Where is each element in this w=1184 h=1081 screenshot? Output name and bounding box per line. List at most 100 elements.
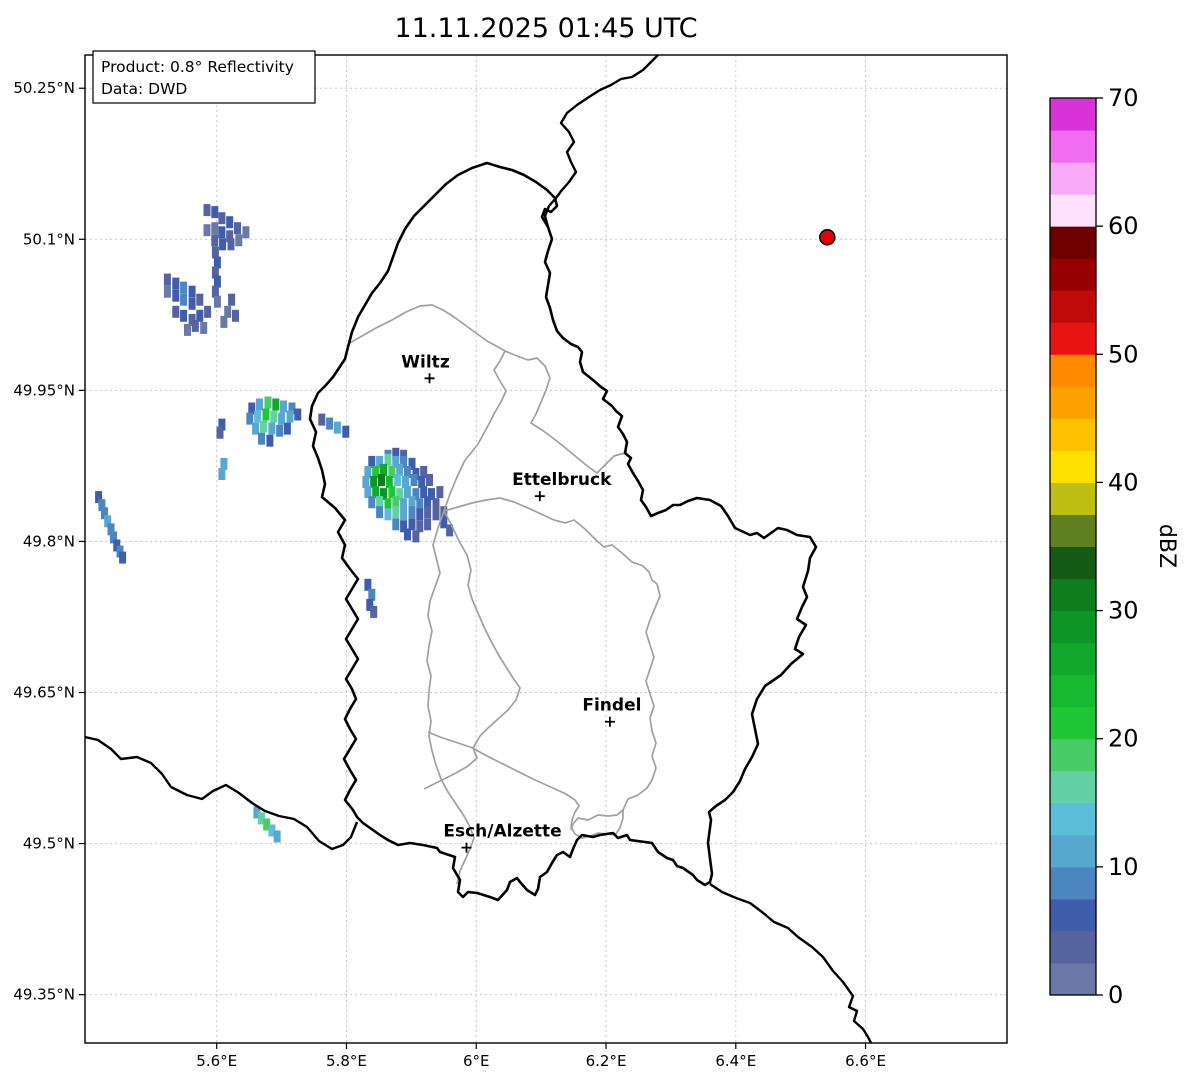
colorbar-segment (1050, 354, 1096, 387)
y-axis-tick-label: 49.5°N (23, 835, 75, 853)
radar-echo-cell (266, 434, 274, 447)
radar-echo-cell (256, 398, 263, 411)
radar-echo-cell (268, 422, 276, 435)
radar-echo-cell (283, 422, 291, 435)
colorbar-tick-label: 50 (1108, 340, 1139, 368)
radar-echo-cell (242, 226, 250, 239)
x-axis-tick-label: 5.8°E (326, 1052, 367, 1070)
radar-site-marker (819, 229, 836, 246)
radar-echo-cell (432, 508, 440, 521)
radar-echo-cell (392, 518, 400, 531)
radar-echo-cell (191, 319, 199, 332)
colorbar-segment (1050, 98, 1096, 131)
colorbar-axis-label: dBZ (1154, 524, 1179, 568)
radar-echo-cell (264, 396, 272, 409)
radar-echo-cell (286, 410, 294, 423)
radar-echo-cell (163, 285, 171, 298)
colorbar-segment (1050, 194, 1096, 227)
radar-echo-cell (370, 605, 378, 618)
colorbar-segment (1050, 866, 1096, 900)
radar-echo-cell (333, 421, 341, 434)
radar-echo-cell (204, 305, 212, 318)
radar-map-canvas: Wiltz Ettelbruck Findel Esch/Alzette 5.6°E 5.… (13, 13, 1179, 1070)
plot-background (85, 55, 1007, 1043)
radar-echo-cell (294, 408, 302, 421)
radar-echo-cell (376, 506, 384, 519)
radar-echo-cell (172, 277, 180, 290)
radar-echo-cell (188, 285, 196, 298)
colorbar-segment (1050, 514, 1096, 547)
colorbar-segment (1050, 578, 1096, 612)
city-label: Esch/Alzette (443, 822, 561, 842)
colorbar-segment (1050, 802, 1096, 836)
radar-echo-cell (424, 506, 432, 519)
radar-echo-cell (232, 309, 239, 322)
city-label: Ettelbruck (512, 470, 612, 490)
radar-echo-cell (180, 281, 188, 294)
radar-echo-cell (404, 528, 411, 541)
radar-echo-cell (226, 216, 234, 229)
radar-echo-cell (394, 474, 402, 486)
radar-echo-cell (273, 830, 281, 843)
colorbar-segment (1050, 162, 1096, 195)
radar-echo-cell (276, 424, 284, 437)
radar-echo-cell (426, 474, 433, 486)
colorbar-segment (1050, 610, 1096, 644)
colorbar-segment (1050, 258, 1096, 291)
radar-echo-cell (218, 468, 226, 480)
radar-echo-cell (384, 508, 392, 521)
y-axis-tick-label: 50.1°N (23, 230, 75, 248)
radar-echo-cell (163, 273, 171, 286)
radar-echo-cell (218, 226, 226, 239)
colorbar-segment (1050, 674, 1096, 708)
radar-echo-cell (216, 426, 224, 439)
radar-echo-cell (200, 321, 208, 334)
radar-echo-cell (119, 551, 127, 564)
y-axis-tick-label: 49.95°N (13, 381, 75, 399)
colorbar-segment (1050, 418, 1096, 451)
radar-echo-cell (410, 474, 418, 486)
radar-echo-cell (259, 420, 267, 433)
colorbar-segment (1050, 450, 1096, 483)
radar-echo-cell (400, 508, 408, 521)
product-info-line1: Product: 0.8° Reflectivity (101, 58, 294, 76)
colorbar-tick-label: 60 (1108, 212, 1139, 240)
colorbar-segment (1050, 226, 1096, 259)
colorbar-segment (1050, 706, 1096, 740)
colorbar-segment (1050, 546, 1096, 580)
y-axis-tick-label: 50.25°N (13, 79, 75, 97)
radar-echo-cell (213, 295, 221, 308)
colorbar-segment (1050, 642, 1096, 676)
radar-echo-cell (318, 413, 326, 426)
radar-echo-cell (235, 234, 243, 247)
radar-echo-cell (416, 508, 424, 521)
colorbar-segment (1050, 738, 1096, 772)
radar-echo-cell (184, 323, 191, 336)
radar-echo-cell (436, 486, 444, 499)
colorbar-tick-label: 70 (1108, 84, 1139, 112)
colorbar-tick-label: 30 (1108, 597, 1139, 625)
radar-echo-cell (412, 530, 420, 543)
radar-echo-cell (188, 297, 196, 310)
colorbar-tick-label: 20 (1108, 725, 1139, 753)
product-info-box: Product: 0.8° Reflectivity Data: DWD (92, 50, 316, 104)
radar-echo-cell (203, 204, 211, 217)
colorbar-tick-label: 40 (1108, 468, 1139, 496)
radar-echo-cell (172, 305, 180, 318)
radar-echo-cell (196, 293, 204, 306)
radar-echo-cell (280, 400, 287, 413)
y-axis-tick-label: 49.65°N (13, 684, 75, 702)
product-info-line2: Data: DWD (101, 80, 187, 98)
colorbar-segment (1050, 290, 1096, 323)
radar-echo-cell (218, 212, 226, 225)
colorbar-segment (1050, 130, 1096, 163)
city-label: Wiltz (401, 352, 450, 372)
y-axis-tick-label: 49.8°N (23, 532, 75, 550)
radar-echo-cell (342, 425, 350, 438)
radar-echo-cell (228, 293, 236, 306)
radar-echo-cell (408, 506, 416, 519)
x-axis-tick-label: 6.2°E (586, 1052, 627, 1070)
radar-echo-cell (262, 408, 270, 421)
radar-echo-cell (272, 398, 280, 411)
colorbar-segment (1050, 770, 1096, 804)
